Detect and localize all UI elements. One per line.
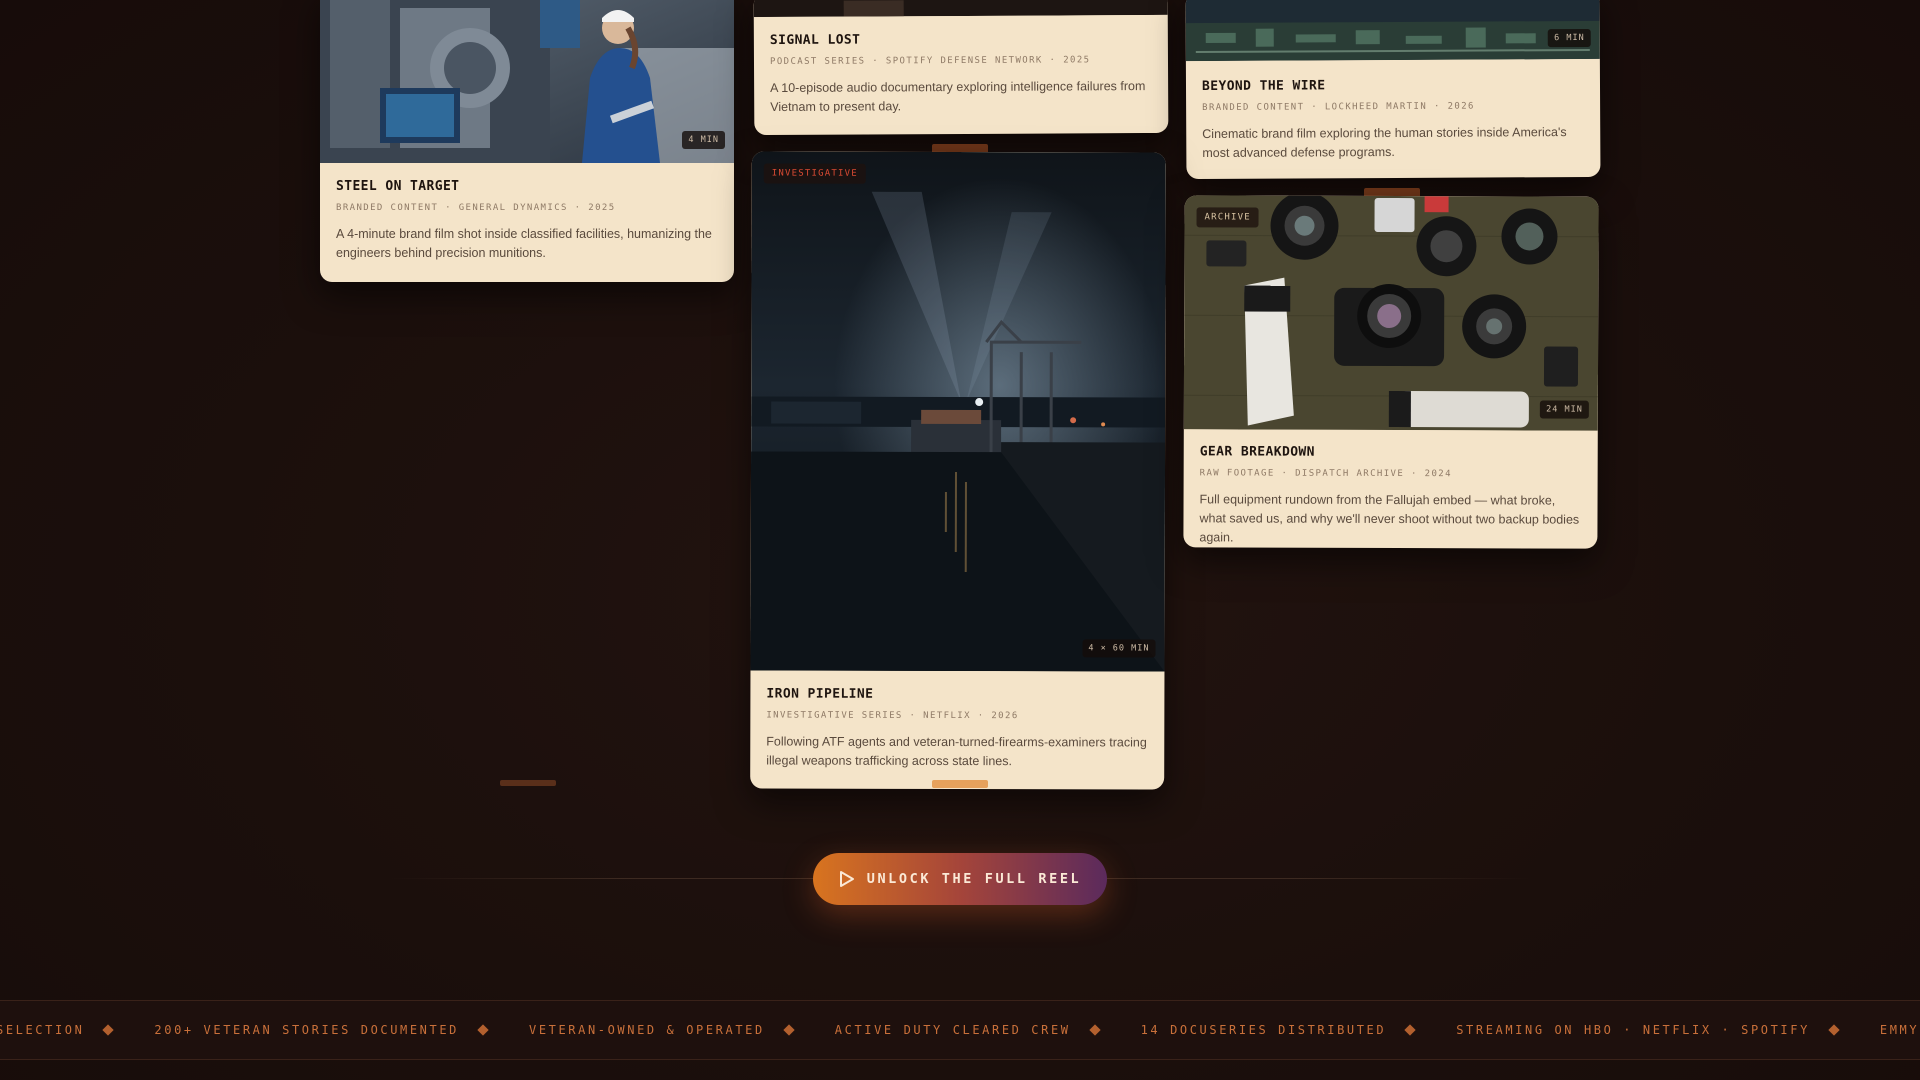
signal-lost-image (753, 0, 1168, 18)
card-meta: RAW FOOTAGE · DISPATCH ARCHIVE · 2024 (1199, 468, 1452, 480)
duration-badge: 24 MIN (1540, 400, 1589, 419)
card-meta: PODCAST SERIES · SPOTIFY DEFENSE NETWORK… (769, 55, 1091, 68)
night-harbor-image (750, 151, 1166, 672)
card-thumbnail: 6 MIN (1185, 0, 1600, 62)
card-body: GEAR BREAKDOWN RAW FOOTAGE · DISPATCH AR… (1183, 429, 1597, 548)
card-description: A 10-episode audio documentary exploring… (770, 79, 1146, 114)
ticker-item-label: 200+ VETERAN STORIES DOCUMENTED (154, 1023, 459, 1037)
circuit-board-image (1185, 0, 1600, 62)
card-thumbnail: ARCHIVE 24 MIN (1183, 195, 1599, 431)
card-meta: BRANDED CONTENT · LOCKHEED MARTIN · 2026 (1202, 101, 1475, 113)
ticker-item: 200+ VETERAN STORIES DOCUMENTED (154, 1023, 529, 1037)
ticker-item-label: VETERAN-OWNED & OPERATED (529, 1023, 765, 1037)
project-card-beyond-the-wire[interactable]: 6 MIN BEYOND THE WIRE BRANDED CONTENT · … (1185, 0, 1601, 180)
ticker-item: EMMY NOMI (1880, 1023, 1920, 1037)
card-thumbnail: 4 MIN (320, 0, 734, 163)
camera-gear-image (1183, 195, 1599, 431)
card-body: STEEL ON TARGET BRANDED CONTENT · GENERA… (320, 163, 734, 281)
diamond-icon (1088, 1024, 1101, 1036)
project-card-gear-breakdown[interactable]: ARCHIVE 24 MIN GEAR BREAKDOWN RAW FOOTAG… (1183, 195, 1599, 549)
ticker-item-label: STREAMING ON HBO · NETFLIX · SPOTIFY (1456, 1023, 1810, 1037)
connector-tab (932, 780, 988, 788)
card-body: BEYOND THE WIRE BRANDED CONTENT · LOCKHE… (1186, 59, 1601, 179)
card-description: Full equipment rundown from the Fallujah… (1199, 492, 1580, 545)
category-tag: ARCHIVE (1196, 207, 1259, 228)
ticker-item-label: ACTIVE DUTY CLEARED CREW (834, 1023, 1071, 1037)
duration-badge: 4 × 60 MIN (1082, 639, 1156, 658)
card-title: IRON PIPELINE (766, 686, 874, 702)
project-card-signal-lost[interactable]: SIGNAL LOST PODCAST SERIES · SPOTIFY DEF… (753, 0, 1169, 136)
credentials-ticker: SELECTION 200+ VETERAN STORIES DOCUMENTED… (0, 1000, 1920, 1060)
card-thumbnail (753, 0, 1168, 18)
ticker-item-label: 14 DOCUSERIES DISTRIBUTED (1140, 1023, 1387, 1037)
diamond-icon (783, 1024, 795, 1036)
play-icon (839, 871, 854, 887)
card-meta: INVESTIGATIVE SERIES · NETFLIX · 2026 (766, 710, 1019, 722)
project-card-iron-pipeline[interactable]: INVESTIGATIVE 4 × 60 MIN IRON PIPELINE I… (750, 151, 1166, 790)
genre-tag: INVESTIGATIVE (763, 163, 866, 184)
portfolio-section: 4 MIN STEEL ON TARGET BRANDED CONTENT · … (0, 0, 1920, 1080)
ticker-track: SELECTION 200+ VETERAN STORIES DOCUMENTED… (0, 1001, 1920, 1059)
ticker-item: STREAMING ON HBO · NETFLIX · SPOTIFY (1456, 1023, 1880, 1037)
diamond-icon (477, 1024, 489, 1036)
duration-badge: 6 MIN (1548, 28, 1591, 48)
ticker-item: SELECTION (0, 1023, 154, 1037)
card-description: Following ATF agents and veteran-turned-… (766, 734, 1147, 769)
factory-engineer-image (320, 0, 734, 163)
card-title: BEYOND THE WIRE (1201, 78, 1326, 94)
card-title: STEEL ON TARGET (336, 179, 460, 194)
diamond-icon (1828, 1024, 1840, 1036)
card-thumbnail: INVESTIGATIVE 4 × 60 MIN (750, 151, 1166, 672)
diamond-icon (1404, 1024, 1416, 1036)
cta-label: UNLOCK THE FULL REEL (866, 871, 1082, 887)
ticker-item: ACTIVE DUTY CLEARED CREW (835, 1023, 1141, 1037)
card-description: A 4-minute brand film shot inside classi… (336, 227, 712, 260)
card-title: GEAR BREAKDOWN (1199, 444, 1315, 460)
ticker-item-label: SELECTION (0, 1023, 85, 1037)
diamond-icon (102, 1024, 115, 1036)
card-body: SIGNAL LOST PODCAST SERIES · SPOTIFY DEF… (754, 15, 1169, 135)
project-card-steel-on-target[interactable]: 4 MIN STEEL ON TARGET BRANDED CONTENT · … (320, 0, 734, 282)
duration-badge: 4 MIN (682, 131, 725, 149)
ticker-item: VETERAN-OWNED & OPERATED (529, 1023, 835, 1037)
card-meta: BRANDED CONTENT · GENERAL DYNAMICS · 202… (336, 203, 616, 213)
ticker-item-label: EMMY NOMI (1879, 1023, 1920, 1037)
card-title: SIGNAL LOST (769, 32, 861, 49)
card-description: Cinematic brand film exploring the human… (1202, 125, 1567, 160)
ticker-item: 14 DOCUSERIES DISTRIBUTED (1141, 1023, 1457, 1037)
unlock-full-reel-button[interactable]: UNLOCK THE FULL REEL (813, 853, 1107, 905)
connector-tab (500, 780, 556, 786)
card-body: IRON PIPELINE INVESTIGATIVE SERIES · NET… (750, 670, 1164, 789)
